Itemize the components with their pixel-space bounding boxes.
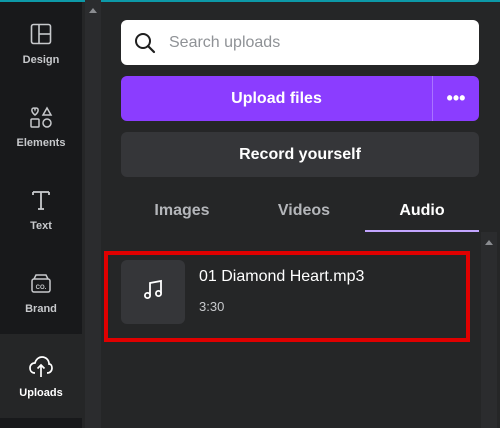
- search-input[interactable]: [167, 32, 461, 53]
- scroll-up-arrow-icon[interactable]: [485, 240, 493, 245]
- tab-videos[interactable]: Videos: [245, 192, 363, 230]
- active-tab-indicator: [365, 230, 479, 232]
- rail-item-elements[interactable]: Elements: [0, 85, 82, 167]
- tab-audio[interactable]: Audio: [363, 192, 481, 230]
- side-rail: Design Elements Text CO. Brand: [0, 2, 82, 334]
- rail-item-uploads-inner: Uploads: [0, 334, 82, 418]
- search-icon: [133, 31, 157, 55]
- list-item[interactable]: 01 Diamond Heart.mp3 3:30: [118, 256, 468, 326]
- upload-files-button[interactable]: Upload files: [121, 76, 432, 121]
- rail-item-text[interactable]: Text: [0, 168, 82, 250]
- rail-label-brand: Brand: [25, 303, 57, 315]
- panel-scrollbar-left[interactable]: [85, 0, 101, 428]
- design-icon: [27, 20, 55, 48]
- rail-item-uploads[interactable]: Uploads: [0, 334, 82, 418]
- tab-images[interactable]: Images: [123, 192, 241, 230]
- uploads-icon: [27, 353, 55, 381]
- record-yourself-button[interactable]: Record yourself: [121, 132, 479, 177]
- results-scrollbar[interactable]: [481, 232, 497, 428]
- more-options-button[interactable]: •••: [433, 76, 479, 121]
- media-tabs: Images Videos Audio: [121, 192, 479, 232]
- audio-thumbnail: [121, 260, 185, 324]
- rail-label-uploads: Uploads: [19, 387, 63, 399]
- scroll-up-arrow-icon[interactable]: [89, 8, 97, 13]
- rail-bottom-spacer: [0, 418, 82, 428]
- text-icon: [27, 186, 55, 214]
- rail-item-brand[interactable]: CO. Brand: [0, 251, 82, 333]
- elements-icon: [27, 103, 55, 131]
- audio-duration: 3:30: [199, 299, 225, 314]
- audio-file-name: 01 Diamond Heart.mp3: [199, 268, 365, 285]
- search-box[interactable]: [121, 20, 479, 65]
- rail-label-design: Design: [22, 54, 60, 66]
- music-note-icon: [142, 279, 164, 306]
- rail-label-text: Text: [30, 220, 52, 232]
- rail-label-elements: Elements: [16, 137, 66, 149]
- svg-text:CO.: CO.: [36, 285, 47, 291]
- rail-item-design[interactable]: Design: [0, 2, 82, 84]
- brand-icon: CO.: [27, 269, 55, 297]
